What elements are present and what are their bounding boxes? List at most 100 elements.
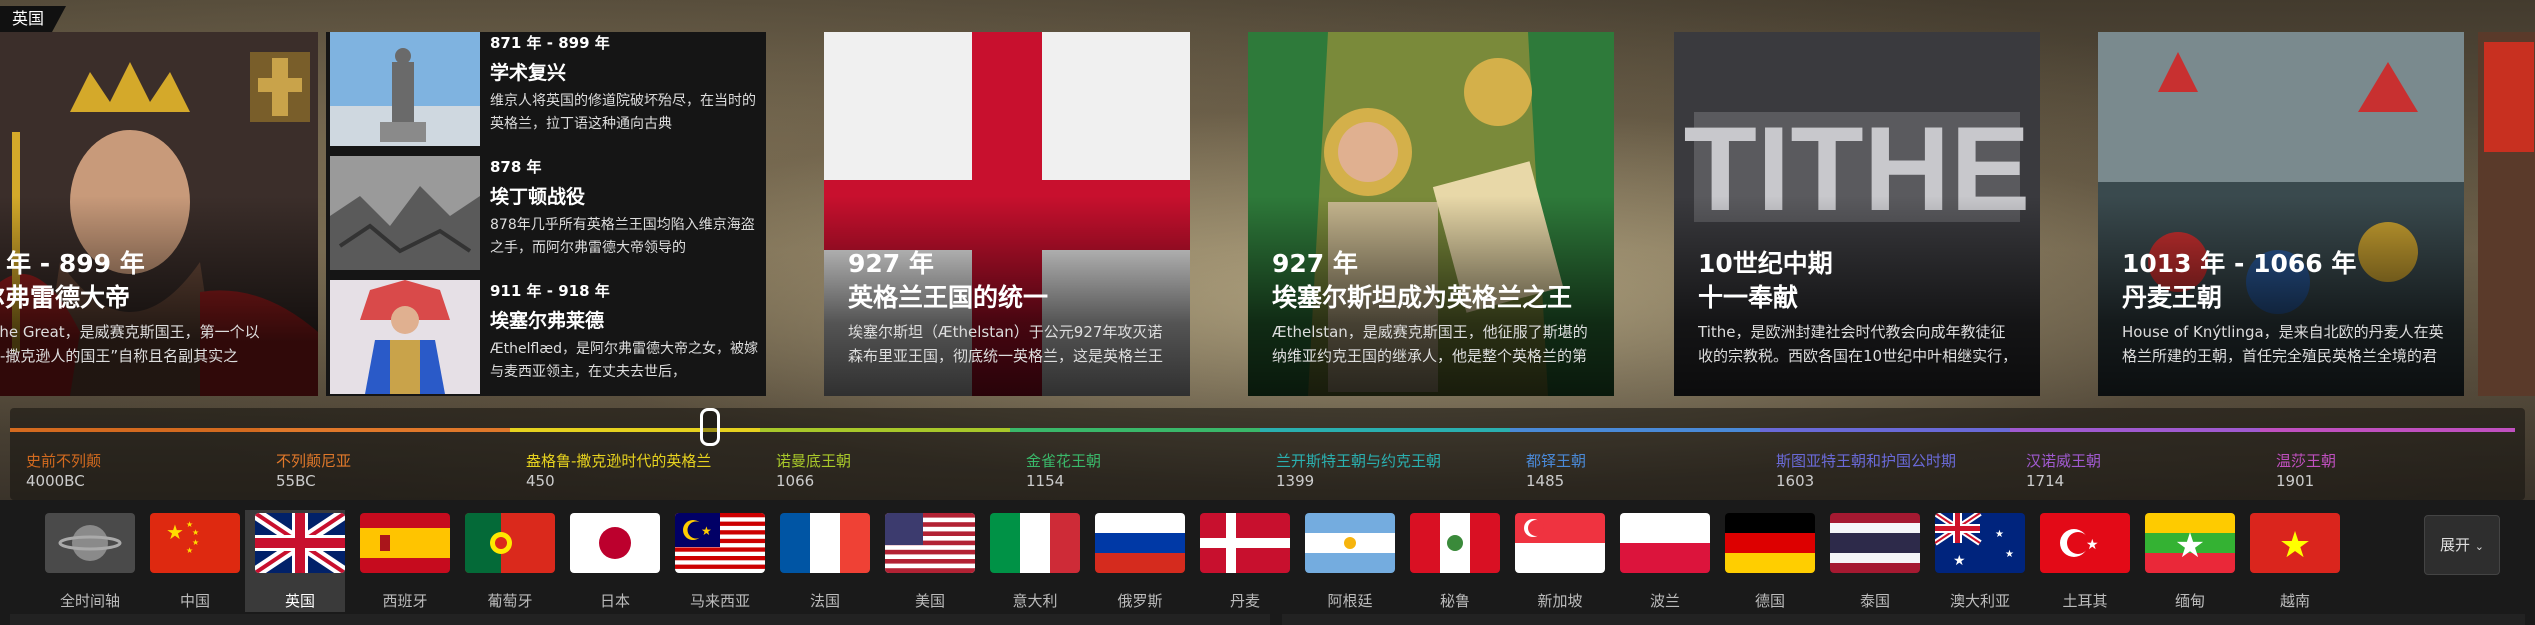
country-myanmar[interactable]: ★ 缅甸 xyxy=(2135,510,2235,612)
country-label: 马来西亚 xyxy=(689,592,750,610)
country-label: 全时间轴 xyxy=(59,592,120,610)
era-year: 1603 xyxy=(1776,472,1815,490)
event-card-athelstan[interactable]: 927 年 埃塞尔斯坦成为英格兰之王 Æthelstan，是威赛克斯国王，他征服… xyxy=(1248,32,1614,396)
event-description: Tithe，是欧洲封建社会时代教会向成年教徒征收的宗教税。西欧各国在10世纪中叶… xyxy=(1698,323,2018,365)
country-china[interactable]: ★ ★ ★ ★ ★ 中国 xyxy=(140,510,240,612)
country-germany[interactable]: 德国 xyxy=(1715,510,1815,612)
country-poland[interactable]: 波兰 xyxy=(1610,510,1710,612)
era-hanover[interactable]: 汉诺威王朝 1714 xyxy=(2010,408,2260,500)
statue-thumbnail xyxy=(330,32,480,146)
era-bar xyxy=(510,428,760,432)
era-year: 1399 xyxy=(1276,472,1315,490)
country-label: 澳大利亚 xyxy=(1949,592,2010,610)
event-date: 927 年 xyxy=(1272,249,1358,278)
country-australia[interactable]: ★ ★ ★ 澳大利亚 xyxy=(1925,510,2025,612)
flag-spain-icon xyxy=(360,513,450,573)
flag-argentina-icon xyxy=(1305,513,1395,573)
era-plantagenet[interactable]: 金雀花王朝 1154 xyxy=(1010,408,1260,500)
mini-event-aethelflaed[interactable]: 911 年 - 918 年 埃塞尔弗莱德 Æthelflæd，是阿尔弗雷德大帝之… xyxy=(326,280,766,396)
country-turkey[interactable]: ★ 土耳其 xyxy=(2030,510,2130,612)
era-windsor[interactable]: 温莎王朝 1901 xyxy=(2260,408,2515,500)
flag-germany-icon xyxy=(1725,513,1815,573)
flag-japan-icon xyxy=(570,513,660,573)
mini-event-title: 学术复兴 xyxy=(490,62,567,84)
country-all-timeline[interactable]: 全时间轴 xyxy=(35,510,135,612)
country-usa[interactable]: 美国 xyxy=(875,510,975,612)
era-year: 1901 xyxy=(2276,472,2315,490)
country-portugal[interactable]: 葡萄牙 xyxy=(455,510,555,612)
country-label: 俄罗斯 xyxy=(1117,592,1163,610)
country-uk[interactable]: 英国 xyxy=(245,510,345,612)
era-name: 不列颠尼亚 xyxy=(276,452,352,470)
country-label: 德国 xyxy=(1754,592,1785,610)
country-france[interactable]: 法国 xyxy=(770,510,870,612)
era-norman[interactable]: 诺曼底王朝 1066 xyxy=(760,408,1010,500)
flag-peru-icon xyxy=(1410,513,1500,573)
era-timeline: 史前不列颠 4000BC 不列颠尼亚 55BC 盎格鲁-撒克逊时代的英格兰 45… xyxy=(10,408,2525,500)
country-italy[interactable]: 意大利 xyxy=(980,510,1080,612)
era-stuart[interactable]: 斯图亚特王朝和护国公时期 1603 xyxy=(1760,408,2010,500)
event-sublist: 871 年 - 899 年 学术复兴 维京人将英国的修道院破坏殆尽，在当时的英格… xyxy=(326,32,766,396)
timeline-scrubber-handle[interactable] xyxy=(700,408,720,446)
mini-event-edington[interactable]: 878 年 埃丁顿战役 878年几乎所有英格兰王国均陷入维京海盗之手，而阿尔弗雷… xyxy=(326,156,766,272)
svg-text:★: ★ xyxy=(1953,553,1966,569)
country-japan[interactable]: 日本 xyxy=(560,510,660,612)
event-title: 丹麦王朝 xyxy=(2122,283,2223,312)
svg-text:★: ★ xyxy=(2175,526,2205,566)
event-card-next-partial[interactable] xyxy=(2478,32,2535,396)
event-card-unification[interactable]: 927 年 英格兰王国的统一 埃塞尔斯坦（Æthelstan）于公元927年攻灭… xyxy=(824,32,1190,396)
era-year: 4000BC xyxy=(26,472,85,490)
event-title: 埃塞尔斯坦成为英格兰之王 xyxy=(1272,283,1573,312)
flag-russia-icon xyxy=(1095,513,1185,573)
era-name: 盎格鲁-撒克逊时代的英格兰 xyxy=(526,452,712,470)
era-bar xyxy=(1260,428,1510,432)
country-thailand[interactable]: 泰国 xyxy=(1820,510,1920,612)
country-label: 中国 xyxy=(179,592,210,610)
mini-event-description: 维京人将英国的修道院破坏殆尽，在当时的英格兰，拉丁语这种通向古典 xyxy=(490,93,756,132)
era-anglo-saxon[interactable]: 盎格鲁-撒克逊时代的英格兰 450 xyxy=(510,408,760,500)
flag-myanmar-icon: ★ xyxy=(2145,513,2235,573)
flag-australia-icon: ★ ★ ★ xyxy=(1935,513,2025,573)
mini-event-date: 878 年 xyxy=(490,158,542,176)
event-card-alfred[interactable]: 1 年 - 899 年 尔弗雷德大帝 ed the Great，是威赛克斯国王，… xyxy=(0,32,318,396)
flag-portugal-icon xyxy=(465,513,555,573)
country-label: 波兰 xyxy=(1649,592,1680,610)
country-peru[interactable]: 秘鲁 xyxy=(1400,510,1500,612)
event-date: 1013 年 - 1066 年 xyxy=(2122,249,2357,278)
country-singapore[interactable]: 新加坡 xyxy=(1505,510,1605,612)
country-label: 西班牙 xyxy=(382,592,428,610)
country-vietnam[interactable]: ★ 越南 xyxy=(2240,510,2340,612)
expand-button[interactable]: 展开 ⌄ xyxy=(2424,515,2500,575)
era-britannia[interactable]: 不列颠尼亚 55BC xyxy=(260,408,510,500)
flag-china-icon: ★ ★ ★ ★ ★ xyxy=(150,513,240,573)
mini-event-date: 871 年 - 899 年 xyxy=(490,34,610,52)
country-argentina[interactable]: 阿根廷 xyxy=(1295,510,1395,612)
mini-event-renaissance[interactable]: 871 年 - 899 年 学术复兴 维京人将英国的修道院破坏殆尽，在当时的英格… xyxy=(326,32,766,148)
era-year: 55BC xyxy=(276,472,316,490)
event-description: Æthelstan，是威赛克斯国王，他征服了斯堪的纳维亚约克王国的继承人，他是整… xyxy=(1272,323,1588,365)
flag-uk-icon xyxy=(255,513,345,573)
era-prehistoric[interactable]: 史前不列颠 4000BC xyxy=(10,408,260,500)
era-name: 金雀花王朝 xyxy=(1026,452,1102,470)
event-card-tithe[interactable]: TITHE 10世纪中期 十一奉献 Tithe，是欧洲封建社会时代教会向成年教徒… xyxy=(1674,32,2040,396)
era-name: 兰开斯特王朝与约克王朝 xyxy=(1276,452,1442,470)
era-tudor[interactable]: 都铎王朝 1485 xyxy=(1510,408,1760,500)
flag-malaysia-icon: ★ xyxy=(675,513,765,573)
era-bar xyxy=(260,428,510,432)
flag-vietnam-icon: ★ xyxy=(2250,513,2340,573)
event-title: 尔弗雷德大帝 xyxy=(0,283,131,312)
flag-denmark-icon xyxy=(1200,513,1290,573)
country-spain[interactable]: 西班牙 xyxy=(350,510,450,612)
event-card-danish-dynasty[interactable]: 1013 年 - 1066 年 丹麦王朝 House of Knýtlinga，… xyxy=(2098,32,2464,396)
country-label: 秘鲁 xyxy=(1439,592,1470,610)
era-year: 1154 xyxy=(1026,472,1065,490)
era-lancaster-york[interactable]: 兰开斯特王朝与约克王朝 1399 xyxy=(1260,408,1510,500)
country-denmark[interactable]: 丹麦 xyxy=(1190,510,1290,612)
country-malaysia[interactable]: ★ 马来西亚 xyxy=(665,510,765,612)
country-russia[interactable]: 俄罗斯 xyxy=(1085,510,1185,612)
era-name: 汉诺威王朝 xyxy=(2026,452,2102,470)
era-bar xyxy=(2010,428,2260,432)
next-event-image xyxy=(2478,32,2535,396)
queen-thumbnail xyxy=(330,280,480,394)
flag-poland-icon xyxy=(1620,513,1710,573)
